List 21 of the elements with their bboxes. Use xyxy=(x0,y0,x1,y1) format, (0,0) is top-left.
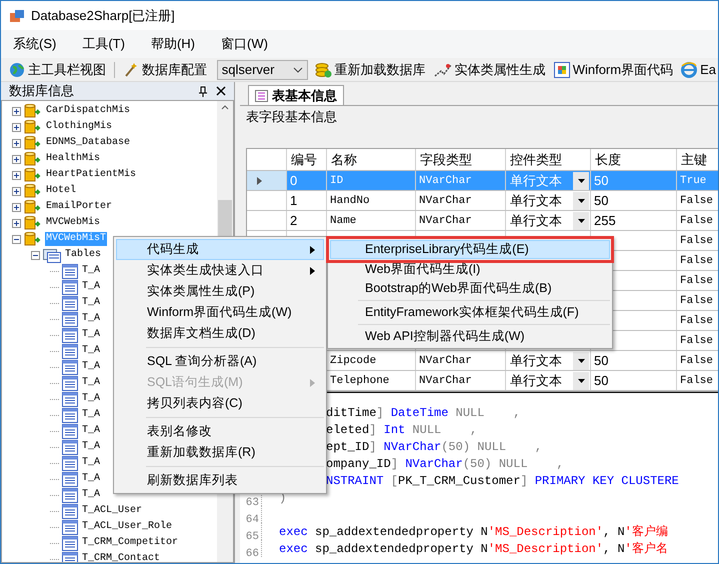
line-number: 63 xyxy=(246,497,259,509)
table-cell: True xyxy=(677,171,718,190)
table-cell: ID xyxy=(327,171,416,190)
table-cell: 0 xyxy=(287,171,327,190)
code-line: ept_ID] NVarChar(50) NULL , xyxy=(325,438,542,456)
table-cell: 50 xyxy=(591,171,677,190)
code-line: eleted] Int NULL , xyxy=(325,422,478,438)
section-label: 表字段基本信息 xyxy=(240,106,718,128)
table-cell: Zipcode xyxy=(327,351,416,370)
line-number: 65 xyxy=(246,531,259,543)
code-line: ompany_ID] NVarChar(50) NULL , xyxy=(325,456,564,472)
code-line: ditTime] DateTime NULL , xyxy=(325,404,520,422)
window-title: Database2Sharp[已注册] xyxy=(31,6,175,25)
table-cell: Telephone xyxy=(327,371,416,390)
code-line: exec sp_addextendedproperty N'MS_Description', N'客户名 xyxy=(278,540,668,558)
code-line: NSTRAINT [PK_T_CRM_Customer] PRIMARY KEY CLUSTERE xyxy=(325,472,679,490)
line-number: 64 xyxy=(246,514,259,526)
code-line: exec sp_addextendedproperty N'MS_Description', N'客户编 xyxy=(278,524,668,540)
line-number: 66 xyxy=(246,548,259,560)
panel-title: 数据库信息 xyxy=(9,82,75,100)
table-cell: NVarChar xyxy=(416,171,506,190)
